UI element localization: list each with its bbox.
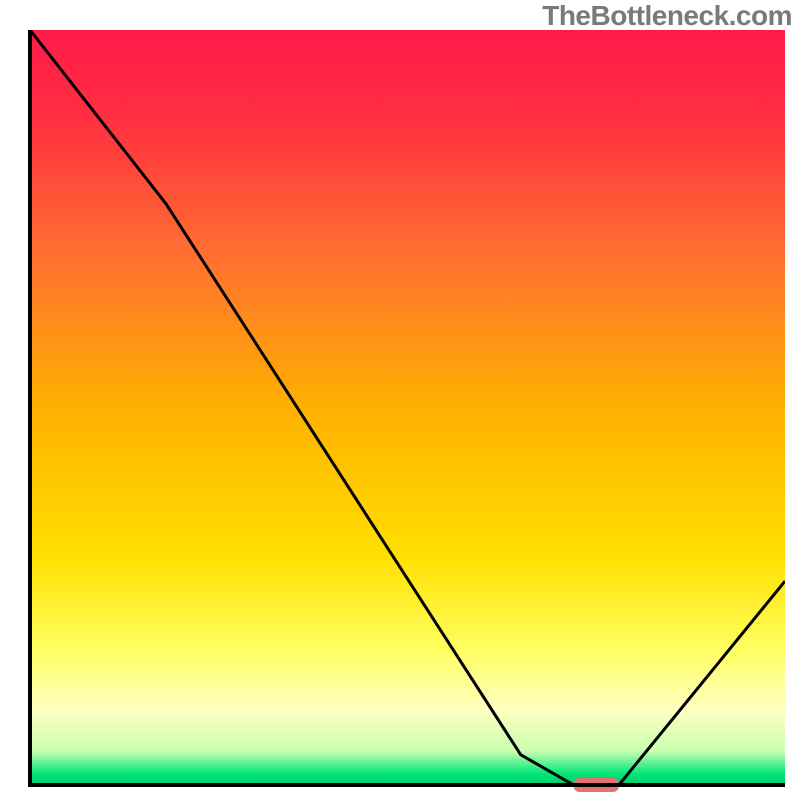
watermark-text: TheBottleneck.com — [542, 0, 792, 32]
plot-background-gradient — [30, 30, 785, 785]
chart-svg — [0, 0, 800, 800]
bottleneck-chart: TheBottleneck.com — [0, 0, 800, 800]
